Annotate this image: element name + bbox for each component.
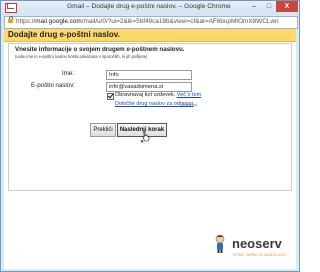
name-label: Ime: [61,70,74,77]
mascot-icon [215,234,225,253]
alias-text: Obravnavaj kot vzdevek. Več o tem [115,92,201,98]
intro-subtext: (vaše ime in e-poštni naslov bosta prika… [15,54,148,59]
cancel-button[interactable]: Prekliči [90,123,116,137]
title-bar: Gmail – Dodajte drug e-poštni naslov. – … [1,1,299,15]
brand-logo: neoserv [232,236,282,251]
dialog-header: Dodajte drug e-poštni naslov. [4,29,296,42]
alias-label: Obravnavaj kot vzdevek. [115,92,176,98]
address-bar[interactable]: https://mail.google.com/mail/u/0/?ui=2&i… [4,16,298,29]
email-input[interactable]: info@vasadomena.si [106,82,192,92]
reply-to-link[interactable]: Določite drug naslov za odgovor [115,101,194,107]
minimize-button[interactable]: – [246,1,262,12]
gmail-icon [5,3,17,13]
reply-to-note: (izbirno) [183,102,198,107]
lock-icon [8,16,13,23]
brand-tagline: HITRO, VARNO IN ZANESLJIVO [233,253,286,257]
browser-window: Gmail – Dodajte drug e-poštni naslov. – … [0,0,300,272]
more-info-link[interactable]: Več o tem [177,92,201,98]
form-frame: Vnesite informacije o svojem drugem e-po… [8,43,292,191]
email-label: E-poštni naslov: [31,82,76,89]
url-text: https://mail.google.com/mail/u/0/?ui=2&i… [16,18,279,25]
maximize-button[interactable]: □ [262,1,276,12]
url-prefix: https:// [16,18,36,25]
dialog-content: Dodajte drug e-poštni naslov. Vnesite in… [4,29,296,269]
url-rest: /mail/u/0/?ui=2&ik=5bf49ca18b&view=cf&at… [81,18,279,25]
window-title: Gmail – Dodajte drug e-poštni naslov. – … [67,3,231,10]
dialog-title: Dodajte drug e-poštni naslov. [8,30,120,39]
intro-text: Vnesite informacije o svojem drugem e-po… [15,46,185,53]
alias-checkbox[interactable] [107,93,114,100]
url-domain: mail.google.com [35,18,82,25]
hand-cursor-icon [142,130,150,142]
name-input[interactable]: Info [106,70,192,80]
close-button[interactable]: X [276,1,298,12]
